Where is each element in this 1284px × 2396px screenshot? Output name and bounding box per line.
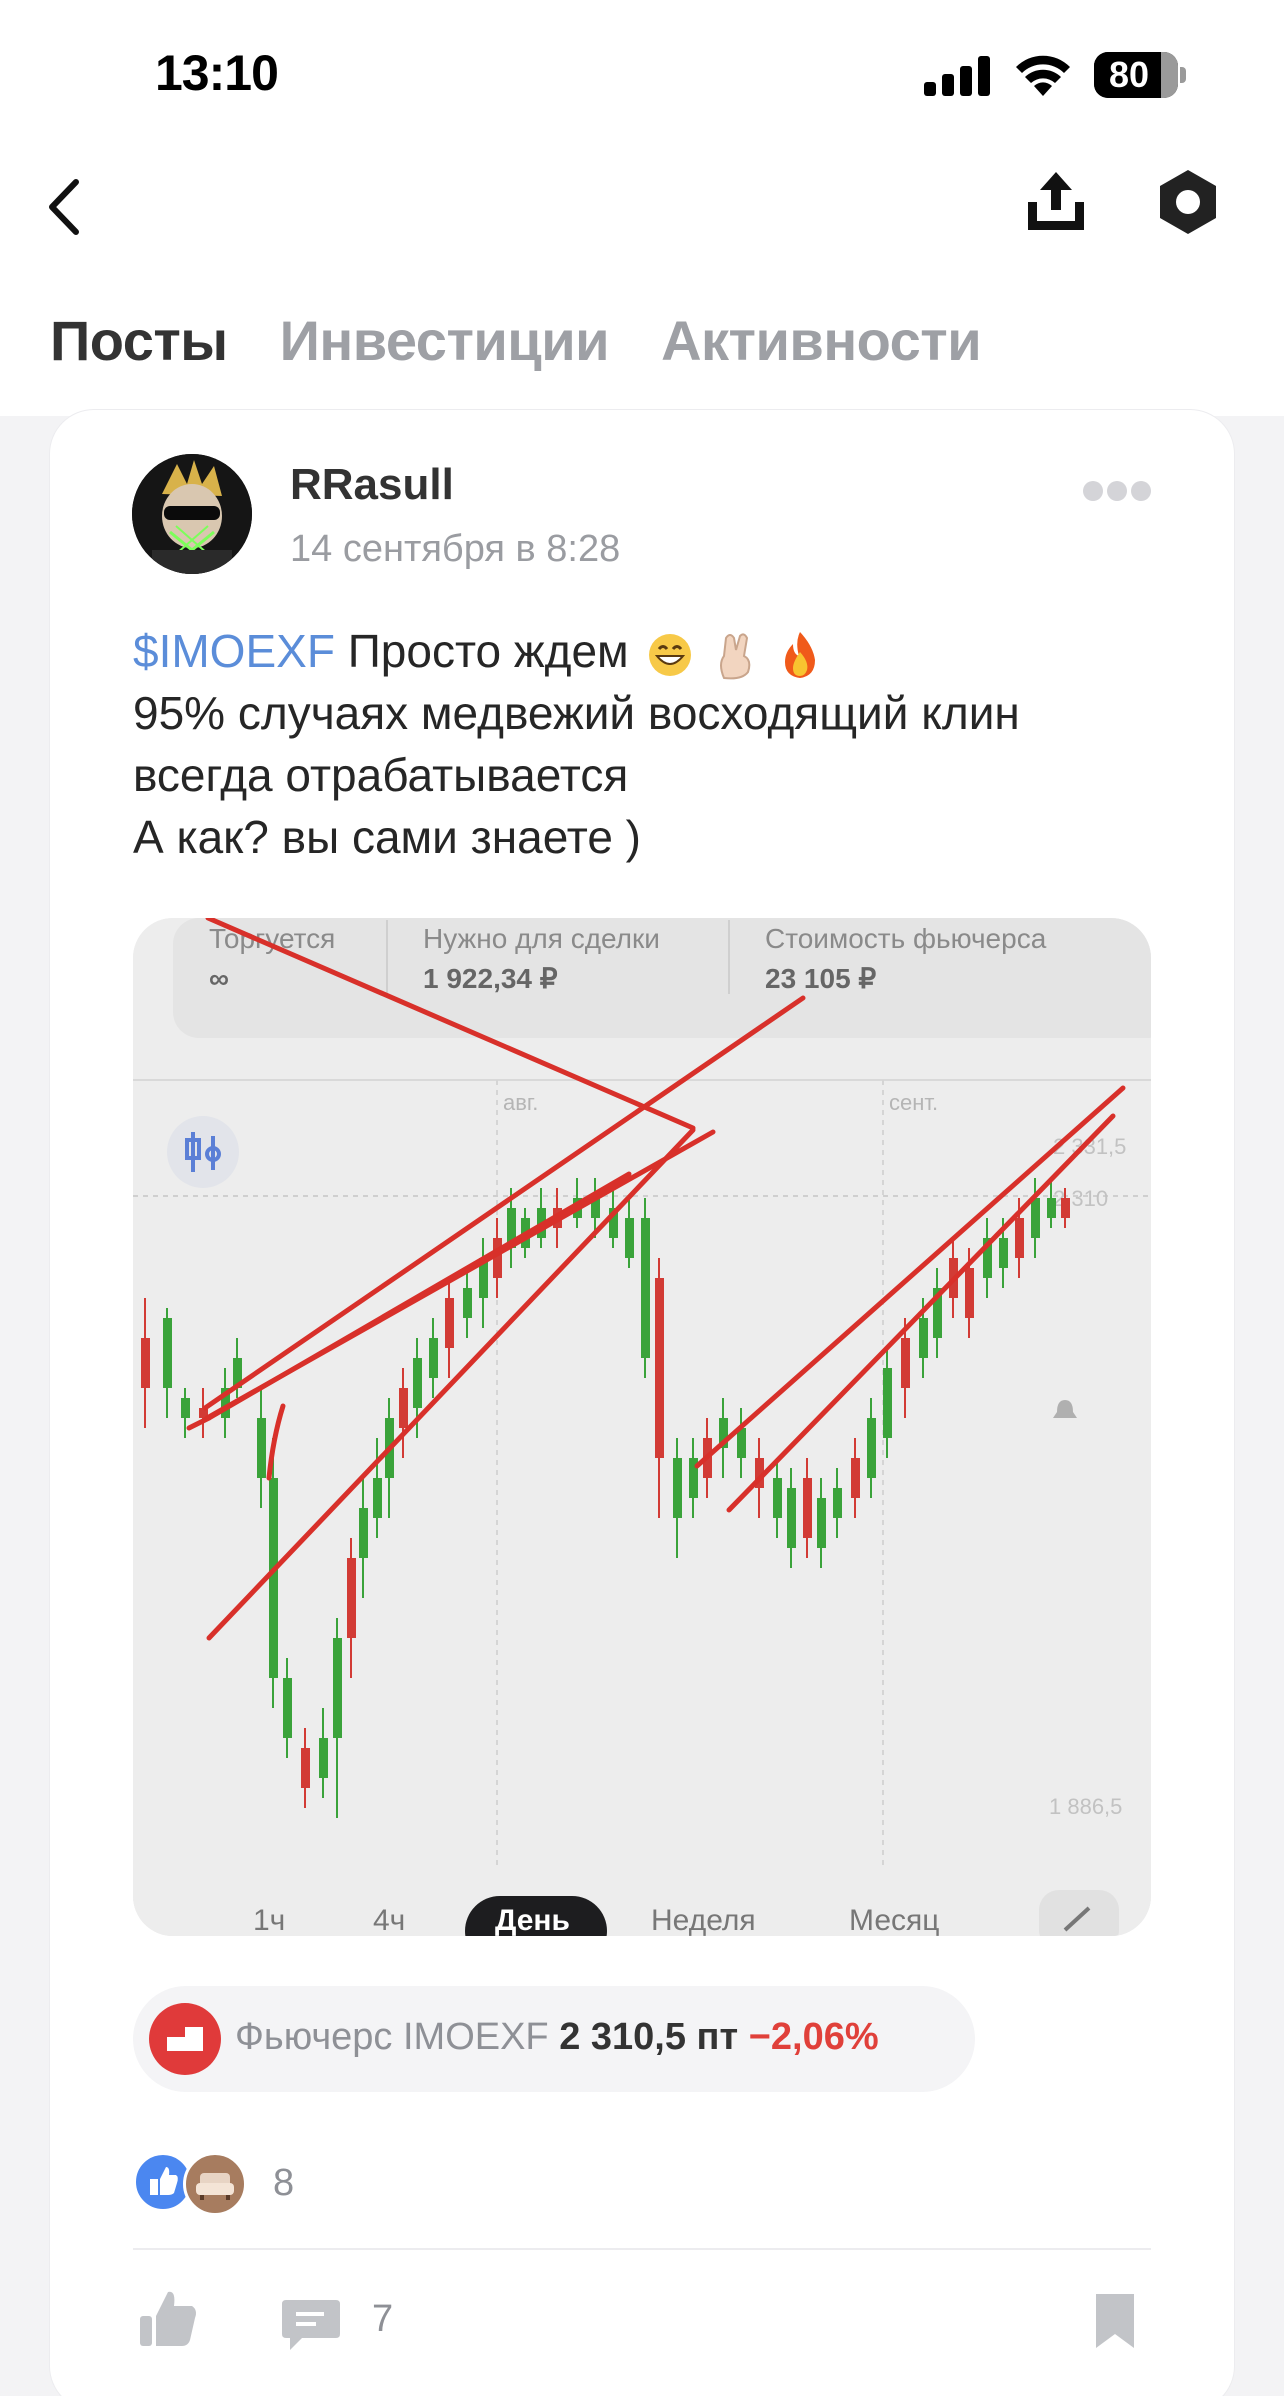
candle-body — [463, 1288, 472, 1318]
candle-body — [1061, 1198, 1070, 1218]
ticker-link[interactable]: $IMOEXF — [133, 625, 335, 677]
candle-body — [445, 1298, 454, 1348]
header-value-margin: 1 922,34 ₽ — [423, 963, 558, 994]
candle-body — [919, 1318, 928, 1358]
candle-body — [625, 1218, 634, 1258]
month-label-sep: сент. — [889, 1090, 938, 1115]
header-value-trading: ∞ — [209, 963, 229, 994]
candle-body — [181, 1398, 190, 1418]
period-month: Месяц — [849, 1904, 939, 1936]
like-button[interactable] — [138, 2288, 200, 2350]
more-options-icon[interactable] — [1082, 474, 1152, 508]
share-icon[interactable] — [1020, 166, 1092, 238]
instrument-price: 2 310,5 пт — [559, 2016, 739, 2058]
month-label-aug: авг. — [503, 1090, 538, 1115]
post-line-2: 95% случаях медвежий восходящий клин — [133, 687, 1020, 739]
post-date: 14 сентября в 8:28 — [290, 528, 621, 570]
candle-body — [787, 1488, 796, 1548]
candle-body — [319, 1738, 328, 1778]
header-value-cost: 23 105 ₽ — [765, 963, 876, 994]
candle-body — [269, 1478, 278, 1678]
candle-body — [655, 1278, 664, 1458]
candle-body — [965, 1268, 974, 1318]
candle-body — [803, 1478, 812, 1538]
candle-body — [283, 1678, 292, 1738]
instrument-chip[interactable]: Фьючерс IMOEXF 2 310,5 пт −2,06% — [133, 1986, 975, 2092]
candle-body — [641, 1218, 650, 1358]
tab-posts[interactable]: Посты — [50, 308, 228, 388]
divider — [133, 2248, 1151, 2250]
candle-body — [901, 1338, 910, 1388]
candle-body — [359, 1508, 368, 1558]
instrument-info: Фьючерс IMOEXF 2 310,5 пт −2,06% — [235, 2016, 879, 2059]
candle-body — [773, 1478, 782, 1518]
crossed-fingers-icon — [720, 633, 751, 680]
instrument-name: Фьючерс IMOEXF — [235, 2016, 549, 2058]
instrument-change: −2,06% — [748, 2016, 879, 2058]
post-image[interactable]: Торгуется ∞ Нужно для сделки 1 922,34 ₽ … — [133, 918, 1151, 1936]
candle-body — [141, 1338, 150, 1388]
post-line-1: $IMOEXF Просто ждем — [133, 620, 1193, 682]
fire-icon — [785, 631, 816, 678]
candle-body — [333, 1638, 342, 1738]
candle-body — [399, 1388, 408, 1428]
cellular-signal-icon — [924, 56, 990, 96]
candle-body — [673, 1458, 682, 1518]
comment-button[interactable] — [280, 2296, 342, 2352]
post-line-4: А как? вы сами знаете ) — [133, 811, 641, 863]
instrument-logo-icon — [149, 2003, 221, 2075]
status-time: 13:10 — [155, 45, 279, 101]
period-day: День — [495, 1904, 570, 1936]
candle-body — [883, 1368, 892, 1438]
candle-body — [347, 1558, 356, 1638]
candle-body — [429, 1338, 438, 1378]
period-1h: 1ч — [253, 1904, 285, 1936]
candle-body — [163, 1318, 172, 1388]
avatar[interactable] — [132, 454, 252, 574]
chevron-left-icon[interactable] — [32, 172, 102, 242]
status-bar: 13:10 80 — [0, 0, 1284, 150]
tab-activities[interactable]: Активности — [661, 308, 982, 388]
grinning-face-icon — [649, 633, 692, 676]
comments-count: 7 — [372, 2298, 394, 2340]
candle-body — [373, 1478, 382, 1518]
candle-body — [1015, 1218, 1024, 1258]
tab-investments[interactable]: Инвестиции — [280, 308, 610, 388]
bookmark-button[interactable] — [1094, 2292, 1136, 2350]
wifi-icon — [1016, 55, 1070, 96]
candle-body — [833, 1488, 842, 1518]
post-line-3: всегда отрабатывается — [133, 749, 629, 801]
candle-body — [999, 1238, 1008, 1268]
candle-body — [1047, 1198, 1056, 1218]
author-name[interactable]: RRasull — [290, 460, 454, 510]
sofa-icon — [183, 2152, 247, 2216]
reactions-count: 8 — [273, 2162, 295, 2204]
period-week: Неделя — [651, 1904, 756, 1936]
header-label-margin: Нужно для сделки — [423, 923, 660, 954]
candle-body — [413, 1358, 422, 1408]
candle-body — [851, 1458, 860, 1498]
candle-body — [1031, 1198, 1040, 1238]
battery-percent: 80 — [1108, 54, 1150, 95]
price-label-low: 1 886,5 — [1049, 1794, 1122, 1819]
header-label-cost: Стоимость фьючерса — [765, 923, 1047, 954]
candle-body — [817, 1498, 826, 1548]
battery-icon: 80 — [1094, 52, 1186, 98]
post-text: $IMOEXF Просто ждем 95% случаях медвежий… — [133, 620, 1193, 868]
candle-body — [867, 1418, 876, 1478]
candle-body — [257, 1418, 266, 1478]
post-line-1-text: Просто ждем — [347, 625, 629, 677]
hexagon-icon[interactable] — [1152, 166, 1224, 238]
profile-tabs: Посты Инвестиции Активности — [50, 308, 982, 388]
period-4h: 4ч — [373, 1904, 405, 1936]
candle-body — [301, 1748, 310, 1788]
